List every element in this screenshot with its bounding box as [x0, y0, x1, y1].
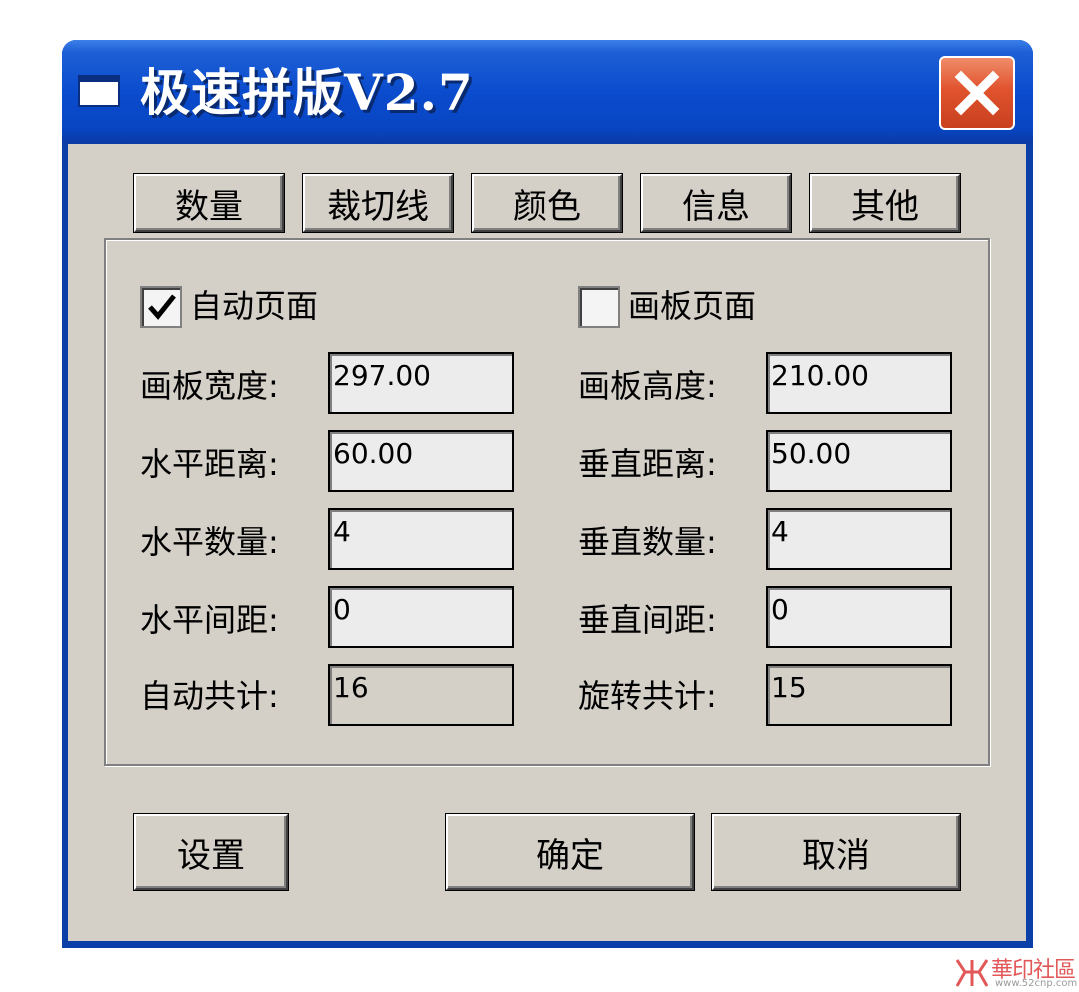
- dialog-body: 数量 裁切线 颜色 信息 其他 自动页面 画板页面 画板宽度: 297.00 画…: [68, 144, 1026, 941]
- window-icon: [78, 75, 120, 107]
- close-button[interactable]: [939, 56, 1015, 130]
- tab-info[interactable]: 信息: [641, 174, 791, 232]
- board-width-input[interactable]: 297.00: [328, 352, 514, 414]
- watermark-icon: [955, 959, 989, 987]
- v-distance-input[interactable]: 50.00: [766, 430, 952, 492]
- v-gap-input[interactable]: 0: [766, 586, 952, 648]
- v-count-input[interactable]: 4: [766, 508, 952, 570]
- watermark-url: www.52cnp.com: [995, 978, 1078, 989]
- v-count-label: 垂直数量:: [578, 523, 717, 561]
- board-page-checkbox[interactable]: [578, 286, 620, 328]
- auto-page-checkbox[interactable]: [140, 286, 182, 328]
- h-count-input[interactable]: 4: [328, 508, 514, 570]
- dialog-window: 极速拼版V2.7 数量 裁切线 颜色 信息 其他 自动页面 画板页面 画板宽度:: [62, 40, 1033, 948]
- title-bar[interactable]: 极速拼版V2.7: [62, 40, 1033, 144]
- h-gap-label: 水平间距:: [140, 601, 279, 639]
- watermark-logo: 華印社區 www.52cnp.com: [955, 950, 1079, 992]
- tab-quantity[interactable]: 数量: [134, 174, 284, 232]
- v-distance-label: 垂直距离:: [578, 445, 717, 483]
- board-width-label: 画板宽度:: [140, 367, 279, 405]
- close-icon: [954, 70, 1000, 116]
- h-gap-input[interactable]: 0: [328, 586, 514, 648]
- h-distance-input[interactable]: 60.00: [328, 430, 514, 492]
- board-height-input[interactable]: 210.00: [766, 352, 952, 414]
- window-title: 极速拼版V2.7: [140, 63, 474, 122]
- v-gap-label: 垂直间距:: [578, 601, 717, 639]
- auto-page-label[interactable]: 自动页面: [190, 286, 318, 326]
- cancel-button[interactable]: 取消: [712, 814, 960, 890]
- h-count-label: 水平数量:: [140, 523, 279, 561]
- tab-cut-lines[interactable]: 裁切线: [303, 174, 453, 232]
- board-page-label[interactable]: 画板页面: [628, 286, 756, 326]
- checkmark-icon: [148, 294, 176, 320]
- h-distance-label: 水平距离:: [140, 445, 279, 483]
- ok-button[interactable]: 确定: [446, 814, 694, 890]
- tab-color[interactable]: 颜色: [472, 174, 622, 232]
- auto-total-field: 16: [328, 664, 514, 726]
- rotate-total-field: 15: [766, 664, 952, 726]
- settings-button[interactable]: 设置: [134, 814, 288, 890]
- auto-total-label: 自动共计:: [140, 677, 279, 715]
- board-height-label: 画板高度:: [578, 367, 717, 405]
- tab-other[interactable]: 其他: [810, 174, 960, 232]
- quantity-panel: 自动页面 画板页面 画板宽度: 297.00 画板高度: 210.00 水平距离…: [104, 238, 990, 766]
- rotate-total-label: 旋转共计:: [578, 677, 717, 715]
